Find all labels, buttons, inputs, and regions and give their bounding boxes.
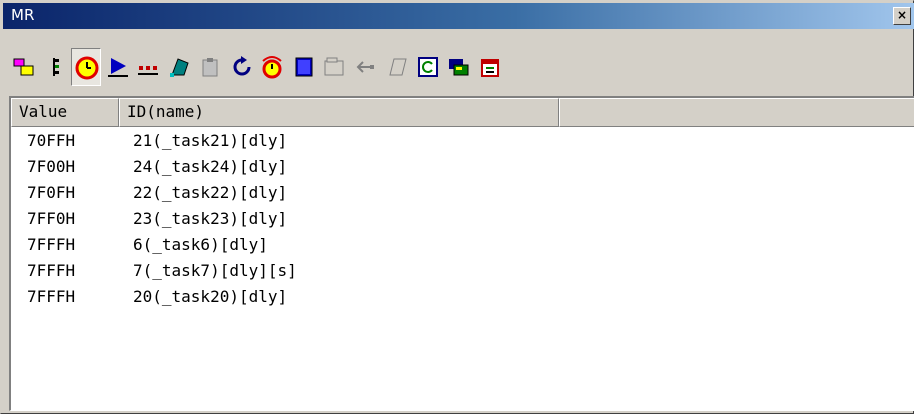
column-header-empty [559, 98, 914, 127]
flag-button[interactable] [443, 48, 473, 86]
id-cell: 24(_task24)[dly] [133, 157, 288, 176]
calendar-button[interactable] [475, 48, 505, 86]
arrow-icon [356, 61, 374, 73]
mr-list[interactable]: Value ID(name) 70FFH 21(_task21)[dly] 7F… [9, 96, 914, 411]
book-icon [295, 57, 313, 77]
window-title: MR [11, 6, 35, 24]
bucket-icon [170, 58, 189, 77]
rotate-icon [233, 56, 251, 76]
dots-icon [138, 66, 158, 75]
bucket-button[interactable] [165, 48, 195, 86]
value-cell: 7FFFH [27, 235, 76, 254]
clipboard-icon [202, 58, 218, 77]
book-button[interactable] [289, 48, 319, 86]
clock-icon [75, 56, 99, 80]
rotate-button[interactable] [227, 48, 257, 86]
flag-icon [449, 59, 469, 76]
id-cell: 23(_task23)[dly] [133, 209, 288, 228]
refresh-button[interactable] [413, 48, 443, 86]
column-header-id[interactable]: ID(name) [119, 98, 559, 127]
calendar-icon [481, 59, 499, 77]
folder-icon [324, 57, 344, 76]
value-cell: 70FFH [27, 131, 76, 150]
value-cell: 7FFFH [27, 261, 76, 280]
id-cell: 21(_task21)[dly] [133, 131, 288, 150]
task-button[interactable] [9, 48, 39, 86]
alarm-button[interactable] [257, 48, 287, 86]
play-icon [108, 58, 128, 77]
page-icon [389, 58, 407, 76]
folder-button[interactable] [319, 48, 349, 86]
value-cell: 7F00H [27, 157, 76, 176]
mr-window: MR × Value ID(name) 70FFH 21(_task21)[dl… [0, 0, 914, 414]
page-button[interactable] [383, 48, 413, 86]
value-cell: 7F0FH [27, 183, 76, 202]
list-header: Value ID(name) [11, 98, 914, 127]
run-button[interactable] [103, 48, 133, 86]
id-cell: 20(_task20)[dly] [133, 287, 288, 306]
id-cell: 7(_task7)[dly][s] [133, 261, 297, 280]
title-bar[interactable]: MR × [3, 3, 914, 29]
value-cell: 7FF0H [27, 209, 76, 228]
tree-button[interactable] [41, 48, 71, 86]
task-icon [13, 58, 34, 76]
arrow-button[interactable] [351, 48, 381, 86]
clipboard-button[interactable] [195, 48, 225, 86]
dots-button[interactable] [133, 48, 163, 86]
refresh-icon [418, 57, 438, 77]
tree-icon [53, 58, 59, 76]
clock-button[interactable] [71, 48, 101, 86]
alarm-icon [262, 56, 282, 79]
close-button[interactable]: × [893, 7, 911, 25]
id-cell: 6(_task6)[dly] [133, 235, 268, 254]
id-cell: 22(_task22)[dly] [133, 183, 288, 202]
value-cell: 7FFFH [27, 287, 76, 306]
column-header-value[interactable]: Value [11, 98, 119, 127]
toolbar [5, 45, 913, 89]
close-icon: × [896, 8, 908, 22]
